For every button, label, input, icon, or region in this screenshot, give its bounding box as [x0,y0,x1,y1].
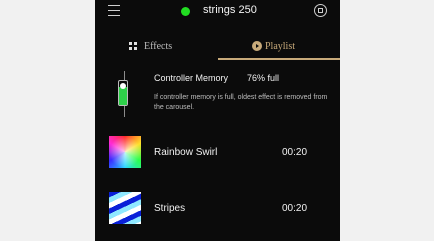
app-window: strings 250 Effects Playlist Controller … [95,0,340,241]
play-circle-icon [252,41,262,51]
effect-thumbnail [109,136,141,168]
stop-circle-icon[interactable] [314,4,327,17]
effect-name: Rainbow Swirl [154,147,218,158]
effect-duration: 00:20 [282,203,308,214]
playlist-item[interactable]: Stripes 00:20 [95,192,340,228]
tab-playlist-label: Playlist [265,41,296,52]
tab-effects-label: Effects [144,41,173,52]
header-bar: strings 250 [95,0,340,24]
active-tab-indicator [218,58,340,60]
tab-playlist[interactable]: Playlist [218,36,340,58]
playlist-item[interactable]: Rainbow Swirl 00:20 [95,136,340,172]
effect-thumbnail [109,192,141,224]
effect-duration: 00:20 [282,147,308,158]
grid-icon [129,42,138,51]
memory-gauge-fill [119,86,127,105]
memory-gauge-knob [120,83,126,89]
memory-percent: 76% full [247,73,280,83]
memory-title: Controller Memory [154,73,229,83]
device-name[interactable]: strings 250 [203,4,257,16]
memory-note: If controller memory is full, oldest eff… [154,94,328,111]
tab-bar: Effects Playlist [95,36,340,60]
tab-effects[interactable]: Effects [95,36,217,58]
hamburger-menu-icon[interactable] [108,5,120,16]
effect-name: Stripes [154,203,186,214]
connection-status-dot [181,7,190,16]
